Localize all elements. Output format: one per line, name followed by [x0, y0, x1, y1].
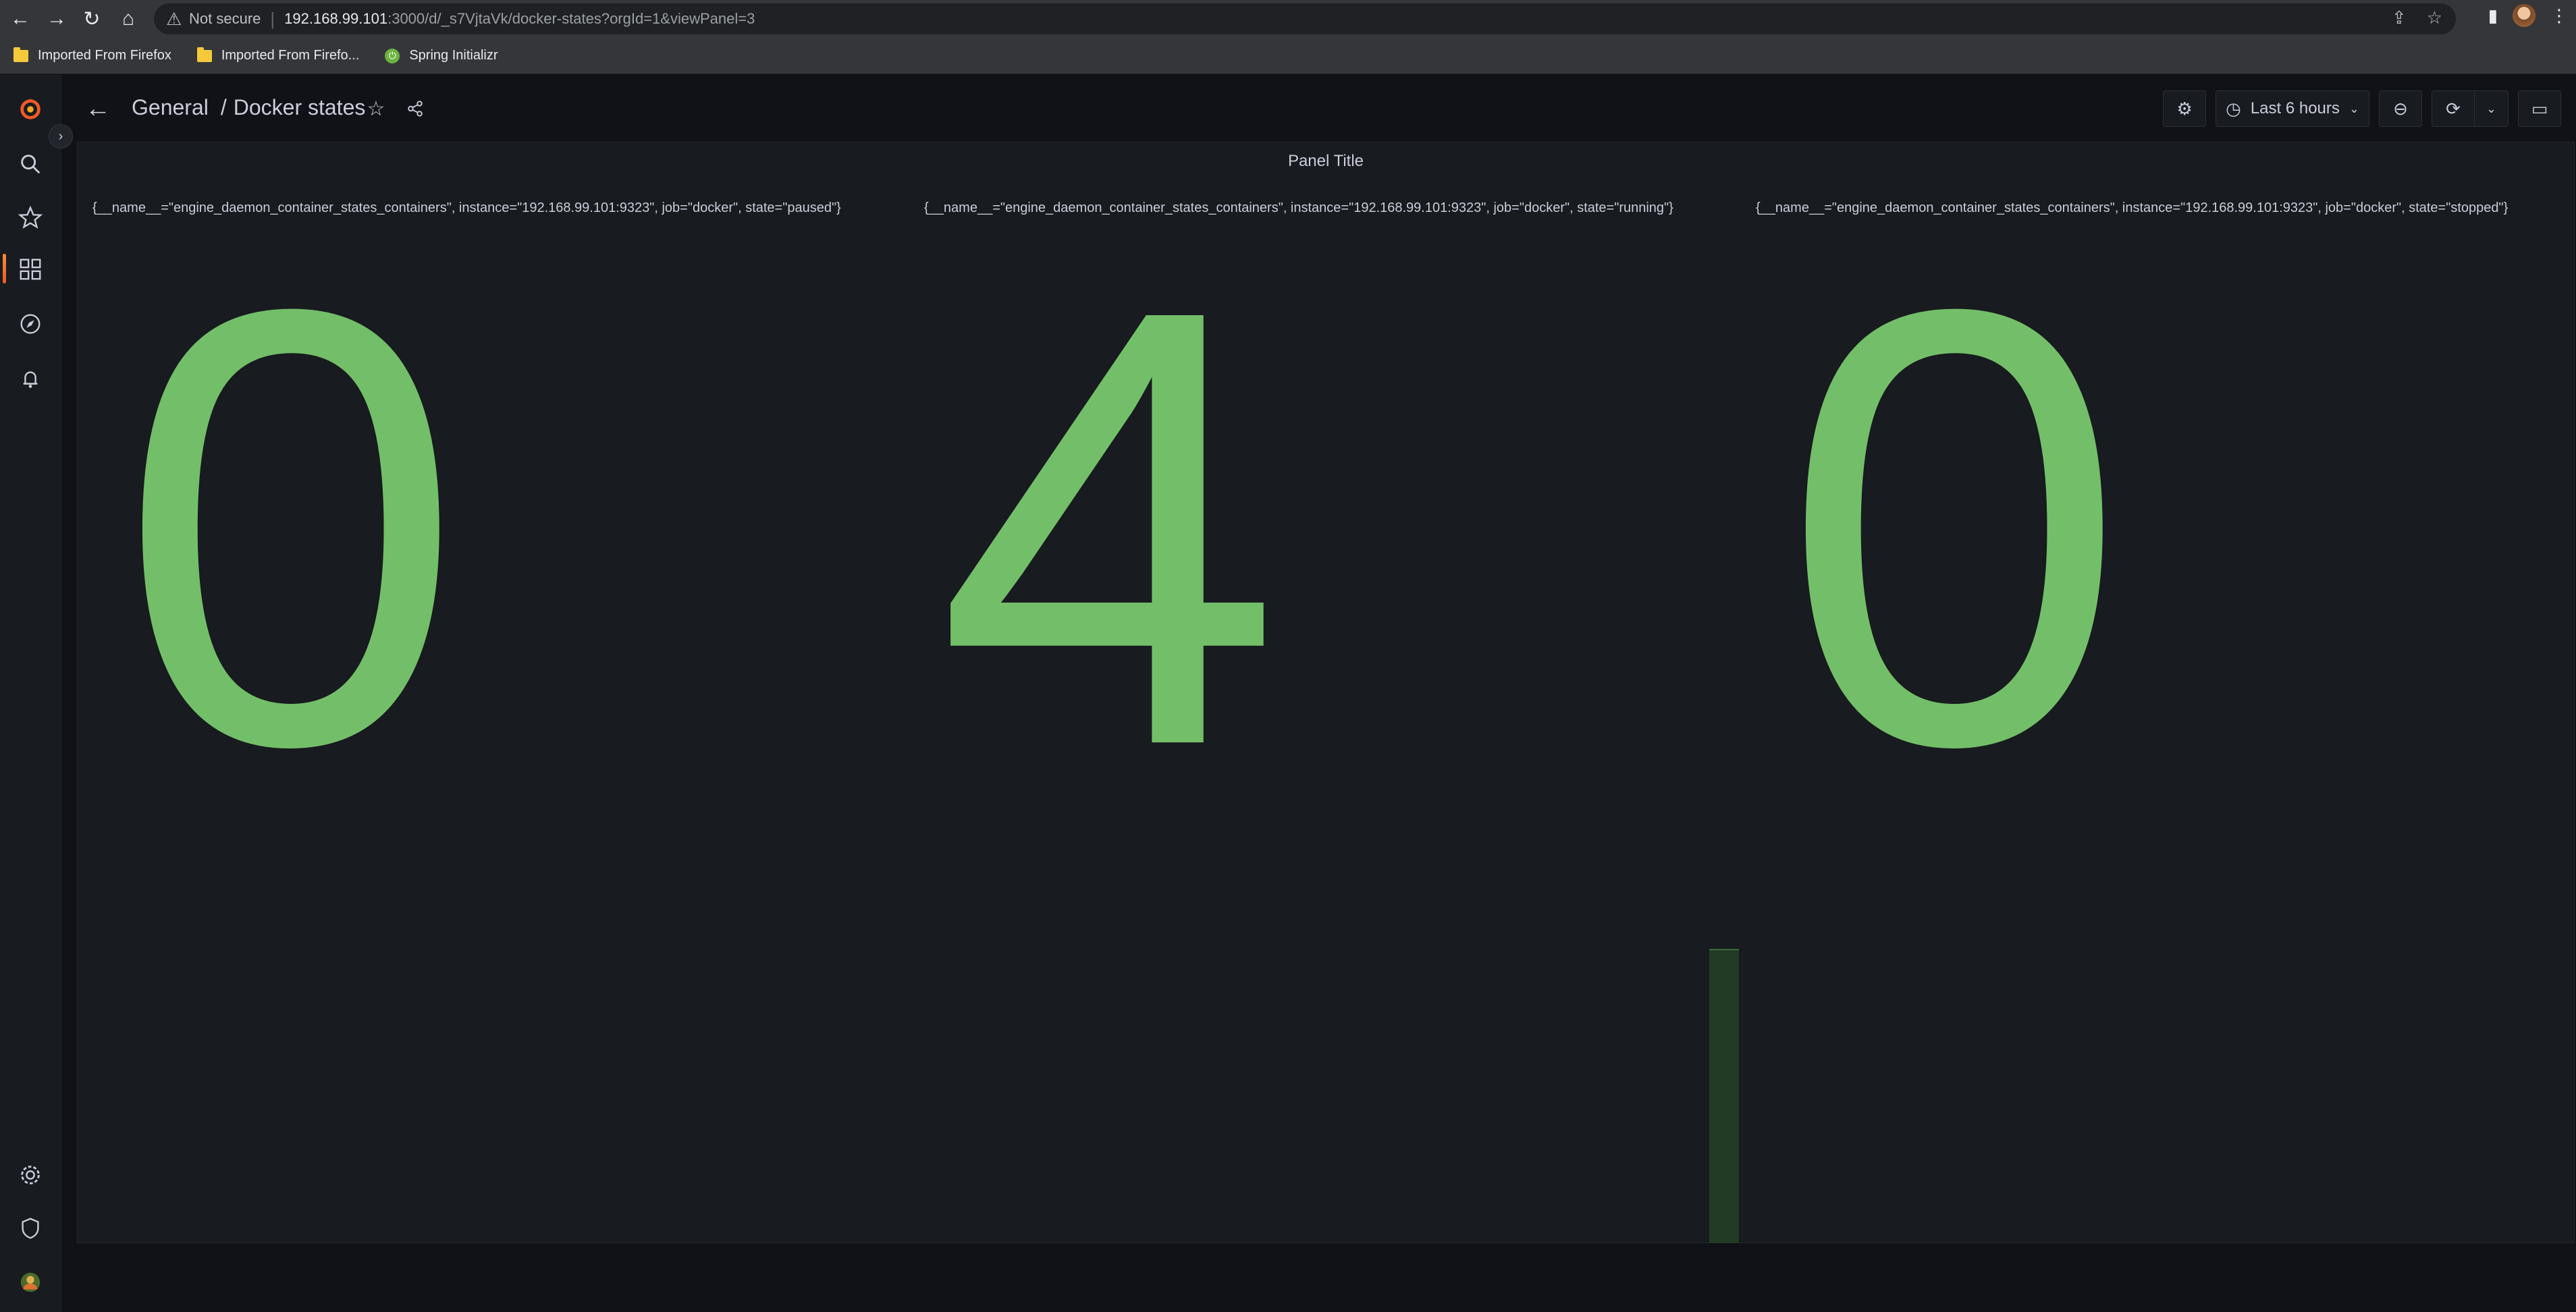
sidenav — [0, 75, 61, 1312]
bookmark-item[interactable]: Imported From Firefox — [14, 47, 171, 63]
profile-avatar[interactable] — [2513, 4, 2535, 27]
user-avatar-icon[interactable] — [0, 1262, 61, 1303]
breadcrumb: General / Docker states — [132, 95, 365, 120]
grafana-logo-icon[interactable] — [0, 88, 61, 129]
dashboard-settings-gear-icon[interactable]: ⚙ — [2163, 90, 2207, 127]
breadcrumb-separator: / — [220, 95, 227, 119]
zoom-out-icon[interactable]: ⊖ — [2379, 90, 2422, 127]
browser-toolbar: ← → ↻ ⌂ ⚠ Not secure | 192.168.99.101 :3… — [0, 0, 2576, 38]
bookmark-star-icon[interactable]: ☆ — [2427, 7, 2442, 28]
star-icon[interactable]: ☆ — [364, 97, 388, 121]
bookmarks-bar: Imported From Firefox Imported From Fire… — [0, 38, 2576, 74]
bookmark-label: Imported From Firefox — [38, 48, 171, 63]
expand-menu-chevron-icon[interactable]: › — [49, 124, 73, 148]
starred-icon[interactable] — [0, 198, 61, 238]
bookmark-label: Imported From Firefo... — [221, 48, 360, 63]
tv-mode-icon[interactable]: ▭ — [2518, 90, 2561, 127]
settings-gear-icon[interactable] — [0, 1155, 61, 1195]
warning-icon: ⚠ — [166, 8, 182, 29]
spring-icon: ⏻ — [385, 48, 400, 63]
home-icon[interactable]: ⌂ — [115, 5, 142, 32]
stat-running: {__name__="engine_daemon_container_state… — [909, 190, 1740, 1229]
breadcrumb-dashboard[interactable]: Docker states — [234, 95, 366, 120]
security-label: Not secure — [189, 10, 261, 27]
back-arrow-icon[interactable]: ← — [7, 5, 34, 32]
share-icon[interactable]: ⇪ — [2392, 7, 2407, 28]
stat-value: 0 — [118, 180, 464, 874]
time-range-label: Last 6 hours — [2250, 99, 2340, 117]
url-path: :3000/d/_s7VjtaVk/docker-states?orgId=1&… — [387, 10, 755, 27]
folder-icon — [14, 47, 28, 62]
share-icon[interactable] — [403, 97, 427, 121]
bookmark-item[interactable]: ⏻ Spring Initializr — [385, 48, 498, 63]
panel-title[interactable]: Panel Title — [78, 152, 2574, 171]
url-host: 192.168.99.101 — [284, 10, 388, 27]
stat-stopped: {__name__="engine_daemon_container_state… — [1741, 190, 2571, 1229]
folder-icon — [196, 47, 212, 62]
explore-compass-icon[interactable] — [0, 304, 61, 344]
reload-icon[interactable]: ↻ — [78, 5, 105, 32]
bookmark-item[interactable]: Imported From Firefo... — [196, 47, 360, 63]
refresh-interval-chevron-icon[interactable]: ⌄ — [2475, 90, 2508, 127]
address-separator: | — [270, 8, 275, 29]
dashboard-toolbar: ⚙ ◷ Last 6 hours ⌄ ⊖ ⟳ ⌄ ▭ — [2163, 90, 2576, 128]
alerting-bell-icon[interactable] — [0, 358, 61, 399]
footer-area — [61, 1243, 2576, 1312]
refresh-group: ⟳ ⌄ — [2432, 90, 2508, 127]
browser-menu-icon[interactable]: ⋮ — [2550, 5, 2568, 26]
search-icon[interactable] — [0, 144, 61, 184]
stat-panel: Panel Title {__name__="engine_daemon_con… — [77, 142, 2575, 1243]
refresh-icon[interactable]: ⟳ — [2432, 90, 2475, 127]
dashboard-header: ← General / Docker states ☆ ⚙ ◷ Last 6 h… — [61, 75, 2576, 142]
chevron-down-icon: ⌄ — [2349, 101, 2359, 115]
sparkline-bar — [1709, 949, 1739, 1243]
address-bar[interactable]: ⚠ Not secure | 192.168.99.101 :3000/d/_s… — [154, 3, 2456, 34]
bookmark-label: Spring Initializr — [409, 48, 498, 63]
back-arrow-icon[interactable]: ← — [82, 92, 114, 125]
stat-paused: {__name__="engine_daemon_container_state… — [78, 190, 908, 1229]
time-picker-button[interactable]: ◷ Last 6 hours ⌄ — [2216, 90, 2369, 127]
stat-value: 4 — [936, 180, 1282, 874]
stat-value: 0 — [1781, 180, 2127, 874]
side-panel-icon[interactable]: ▮ — [2488, 5, 2498, 26]
shield-icon[interactable] — [0, 1208, 61, 1249]
forward-arrow-icon[interactable]: → — [43, 5, 70, 32]
breadcrumb-folder[interactable]: General — [132, 95, 209, 120]
dashboards-icon[interactable] — [0, 249, 61, 290]
clock-icon: ◷ — [2226, 98, 2241, 119]
